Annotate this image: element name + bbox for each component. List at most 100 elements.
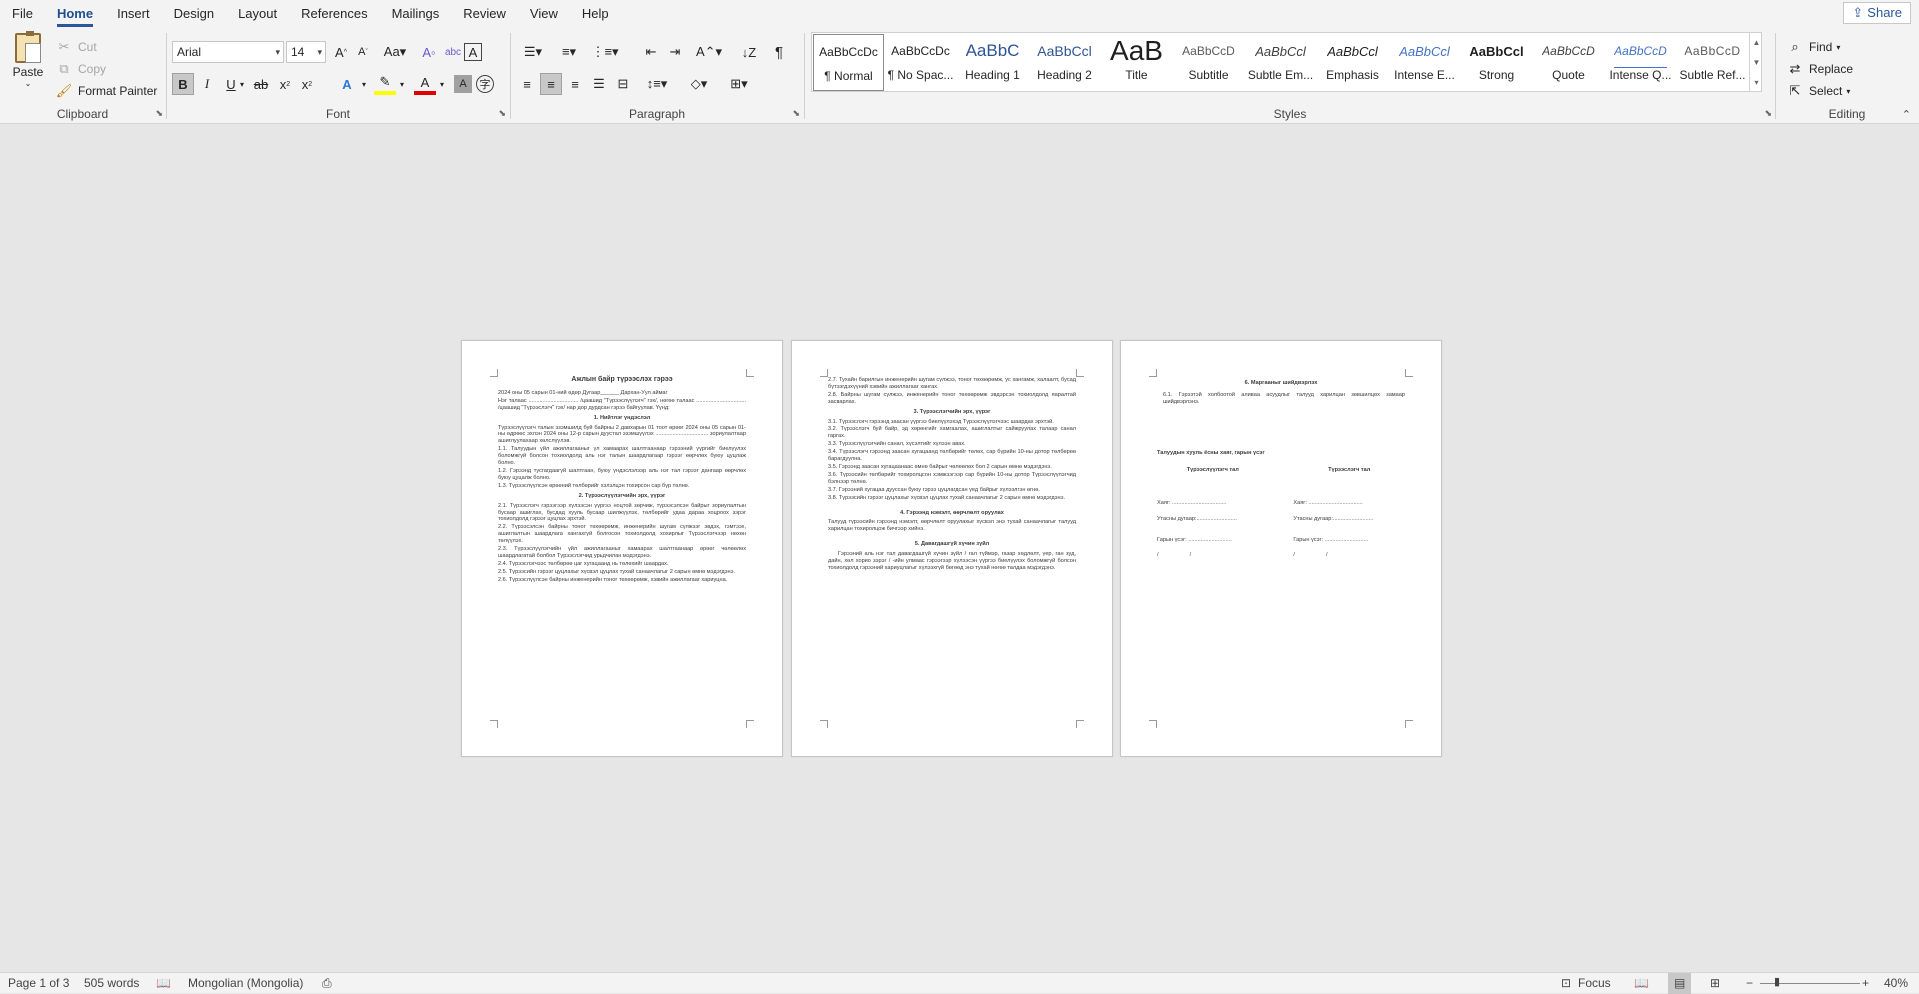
dialog-launcher-icon[interactable]: ⬊	[792, 108, 800, 119]
show-formatting-marks-icon[interactable]: ¶	[768, 41, 790, 63]
styles-group-label: Styles	[1273, 107, 1307, 121]
chevron-down-icon[interactable]: ▾	[358, 73, 370, 95]
read-mode-icon[interactable]: 📖	[1634, 973, 1649, 994]
font-size-field[interactable]: 14 ▾	[286, 41, 326, 63]
zoom-out-button[interactable]: −	[1746, 973, 1753, 994]
style-heading-2[interactable]: AaBbCcl Heading 2	[1029, 34, 1100, 91]
document-page[interactable]: 2.7. Тухайн барилгын инженерийн шугам сү…	[791, 340, 1113, 757]
proofing-icon[interactable]: 📖	[156, 973, 171, 994]
tab-insert[interactable]: Insert	[105, 0, 162, 27]
shrink-font-icon[interactable]: Aˇ	[352, 41, 374, 63]
numbering-icon[interactable]: ≡▾	[554, 41, 584, 63]
style-normal[interactable]: AaBbCcDc ¶ Normal	[813, 34, 884, 91]
style-no-spacing[interactable]: AaBbCcDc ¶ No Spac...	[885, 34, 956, 91]
style-intense-quote[interactable]: AaBbCcD Intense Q...	[1605, 34, 1676, 91]
justify-icon[interactable]: ☰	[588, 73, 610, 95]
chevron-down-icon[interactable]: ▾	[236, 73, 248, 95]
zoom-in-button[interactable]: +	[1862, 973, 1869, 994]
style-strong[interactable]: AaBbCcl Strong	[1461, 34, 1532, 91]
style-subtle-emphasis[interactable]: AaBbCcl Subtle Em...	[1245, 34, 1316, 91]
language-indicator[interactable]: Mongolian (Mongolia)	[188, 973, 303, 994]
print-layout-icon[interactable]: ▤	[1668, 973, 1692, 994]
borders-icon[interactable]: ⊞▾	[724, 73, 754, 95]
strikethrough-button[interactable]: ab	[250, 73, 272, 95]
tab-view[interactable]: View	[518, 0, 570, 27]
find-button[interactable]: ⌕ Find ▾	[1785, 37, 1840, 57]
change-case-icon[interactable]: Aa▾	[380, 41, 410, 63]
decrease-indent-icon[interactable]: ⇤	[640, 41, 662, 63]
sort-icon[interactable]: ↓Z	[738, 41, 760, 63]
margin-mark	[1076, 720, 1084, 728]
paragraph: 1.1. Талуудын үйл ажиллагааныг үл хамаар…	[498, 446, 746, 467]
text-effects-icon[interactable]: A	[336, 73, 358, 95]
tab-design[interactable]: Design	[162, 0, 226, 27]
accessibility-icon[interactable]: ⎙	[322, 973, 332, 994]
tab-help[interactable]: Help	[570, 0, 621, 27]
more-icon[interactable]: ▾	[1754, 78, 1758, 87]
replace-button[interactable]: ⇄ Replace	[1785, 59, 1853, 79]
superscript-button[interactable]: x2	[296, 73, 318, 95]
asian-layout-icon[interactable]: A⌃▾	[694, 41, 724, 63]
style-name: Subtitle	[1188, 68, 1229, 82]
focus-icon[interactable]: ⊡	[1561, 973, 1571, 994]
subscript-button[interactable]: x2	[274, 73, 296, 95]
character-shading-icon[interactable]: A	[454, 75, 472, 93]
clear-formatting-icon[interactable]: A◦	[418, 41, 440, 63]
font-color-icon[interactable]: A	[414, 73, 436, 95]
multilevel-list-icon[interactable]: ⋮≡▾	[590, 41, 620, 63]
chevron-down-icon[interactable]: ▼	[1753, 58, 1761, 67]
copy-button[interactable]: ⧉ Copy	[54, 59, 106, 79]
italic-button[interactable]: I	[196, 73, 218, 95]
share-button[interactable]: ⇪ Share	[1843, 2, 1911, 24]
align-right-icon[interactable]: ≡	[564, 73, 586, 95]
page-count[interactable]: Page 1 of 3	[8, 973, 69, 994]
grow-font-icon[interactable]: A ^	[330, 41, 352, 63]
paragraph: 2.8. Байрны шугам сүлжээ, инженерийн тон…	[828, 391, 1076, 405]
bold-button[interactable]: B	[172, 73, 194, 95]
style-heading-1[interactable]: AaBbC Heading 1	[957, 34, 1028, 91]
paste-button[interactable]: Paste ⌄	[10, 31, 46, 88]
phonetic-guide-icon[interactable]: abc	[442, 41, 464, 63]
dialog-launcher-icon[interactable]: ⬊	[1764, 108, 1772, 119]
align-left-icon[interactable]: ≡	[516, 73, 538, 95]
format-painter-button[interactable]: 🖌 Format Painter	[54, 81, 158, 101]
zoom-level[interactable]: 40%	[1884, 973, 1908, 994]
highlight-color-icon[interactable]: ✎	[374, 73, 396, 95]
align-center-icon[interactable]: ≡	[540, 73, 562, 95]
bullets-icon[interactable]: ☰▾	[518, 41, 548, 63]
document-page[interactable]: Ажлын байр түрээслэх гэрээ 2024 оны 05 с…	[461, 340, 783, 757]
font-name-field[interactable]: Arial ▾	[172, 41, 284, 63]
zoom-slider-thumb[interactable]: ▮	[1774, 972, 1780, 993]
focus-button[interactable]: Focus	[1578, 973, 1611, 994]
select-button[interactable]: ⇱ Select ▾	[1785, 81, 1851, 101]
style-intense-emphasis[interactable]: AaBbCcl Intense E...	[1389, 34, 1460, 91]
tab-references[interactable]: References	[289, 0, 379, 27]
word-count[interactable]: 505 words	[84, 973, 139, 994]
distributed-icon[interactable]: ⊟	[612, 73, 634, 95]
style-title[interactable]: AaB Title	[1101, 34, 1172, 91]
character-border-icon[interactable]: A	[464, 43, 482, 61]
cut-button[interactable]: ✂ Cut	[54, 37, 97, 57]
style-subtitle[interactable]: AaBbCcD Subtitle	[1173, 34, 1244, 91]
tab-home[interactable]: Home	[45, 0, 105, 27]
tab-mailings[interactable]: Mailings	[380, 0, 452, 27]
style-subtle-reference[interactable]: AaBbCcD Subtle Ref...	[1677, 34, 1748, 91]
dialog-launcher-icon[interactable]: ⬊	[155, 108, 163, 119]
style-emphasis[interactable]: AaBbCcl Emphasis	[1317, 34, 1388, 91]
chevron-up-icon[interactable]: ▲	[1753, 38, 1761, 47]
enclose-characters-icon[interactable]: 字	[476, 75, 494, 93]
tab-review[interactable]: Review	[451, 0, 518, 27]
chevron-down-icon[interactable]: ▾	[436, 73, 448, 95]
style-quote[interactable]: AaBbCcD Quote	[1533, 34, 1604, 91]
shading-icon[interactable]: ◇▾	[684, 73, 714, 95]
line-spacing-icon[interactable]: ↕≡▾	[642, 73, 672, 95]
tab-file[interactable]: File	[0, 0, 45, 27]
dialog-launcher-icon[interactable]: ⬊	[498, 108, 506, 119]
styles-gallery-scroll[interactable]: ▲ ▼ ▾	[1749, 32, 1763, 92]
tab-layout[interactable]: Layout	[226, 0, 289, 27]
chevron-down-icon[interactable]: ▾	[396, 73, 408, 95]
increase-indent-icon[interactable]: ⇥	[664, 41, 686, 63]
web-layout-icon[interactable]: ⊞	[1710, 973, 1720, 994]
collapse-ribbon-icon[interactable]: ⌃	[1902, 108, 1911, 121]
document-page[interactable]: 6. Маргааныг шийдвэрлэх 6.1. Гэрээтэй хо…	[1120, 340, 1442, 757]
